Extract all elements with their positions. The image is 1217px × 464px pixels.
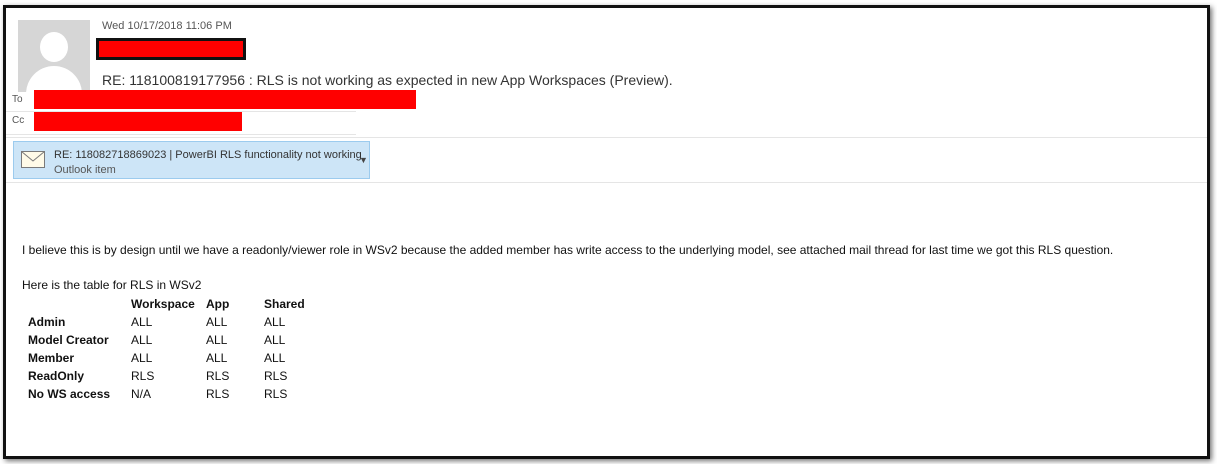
- row-role: Member: [28, 351, 75, 365]
- row-role: Admin: [28, 315, 66, 329]
- cell-workspace: ALL: [131, 333, 153, 347]
- table-header-shared: Shared: [264, 297, 305, 311]
- redacted-sender-name: [96, 38, 246, 60]
- cell-app: ALL: [206, 333, 228, 347]
- cc-separator: [6, 134, 356, 135]
- table-row: Admin ALL ALL ALL: [26, 313, 324, 331]
- avatar-body: [26, 66, 82, 92]
- envelope-icon: [21, 151, 45, 168]
- cell-workspace: RLS: [131, 369, 155, 383]
- table-row: Member ALL ALL ALL: [26, 349, 324, 367]
- to-label: To: [12, 94, 23, 105]
- cell-app: ALL: [206, 315, 228, 329]
- row-role: No WS access: [28, 387, 111, 401]
- header-separator: [6, 137, 1207, 138]
- attached-outlook-item[interactable]: RE: 118082718869023 | PowerBI RLS functi…: [13, 141, 370, 179]
- table-intro: Here is the table for RLS in WSv2: [22, 278, 202, 292]
- cell-shared: ALL: [264, 351, 286, 365]
- cell-shared: RLS: [264, 369, 288, 383]
- redacted-to-recipients: [34, 90, 416, 109]
- cell-shared: ALL: [264, 333, 286, 347]
- cc-label: Cc: [12, 115, 25, 126]
- chevron-down-icon[interactable]: ▼: [359, 155, 368, 165]
- attachment-title: RE: 118082718869023 | PowerBI RLS functi…: [54, 149, 362, 161]
- table-header-corner: [26, 295, 131, 313]
- cell-workspace: ALL: [131, 351, 153, 365]
- email-reading-pane: Wed 10/17/2018 11:06 PM RE: 118100819177…: [3, 5, 1210, 459]
- message-paragraph: I believe this is by design until we hav…: [22, 243, 1114, 257]
- cell-shared: RLS: [264, 387, 288, 401]
- cell-workspace: ALL: [131, 315, 153, 329]
- cell-app: RLS: [206, 387, 230, 401]
- sent-date: Wed 10/17/2018 11:06 PM: [102, 20, 232, 32]
- table-header-workspace: Workspace: [131, 297, 195, 311]
- avatar-head: [40, 32, 68, 62]
- cell-workspace: N/A: [131, 387, 152, 401]
- sender-avatar[interactable]: [18, 20, 90, 92]
- attachment-separator: [6, 182, 1207, 183]
- row-role: Model Creator: [28, 333, 109, 347]
- cell-app: ALL: [206, 351, 228, 365]
- cell-app: RLS: [206, 369, 230, 383]
- table-row: Model Creator ALL ALL ALL: [26, 331, 324, 349]
- row-role: ReadOnly: [28, 369, 85, 383]
- rls-table: Workspace App Shared Admin ALL ALL ALL M…: [26, 295, 324, 403]
- redacted-cc-recipients: [34, 112, 242, 131]
- cell-shared: ALL: [264, 315, 286, 329]
- table-header-row: Workspace App Shared: [26, 295, 324, 313]
- table-header-app: App: [206, 297, 230, 311]
- attachment-type: Outlook item: [54, 164, 116, 176]
- table-row: ReadOnly RLS RLS RLS: [26, 367, 324, 385]
- table-row: No WS access N/A RLS RLS: [26, 385, 324, 403]
- email-subject: RE: 118100819177956 : RLS is not working…: [102, 72, 673, 88]
